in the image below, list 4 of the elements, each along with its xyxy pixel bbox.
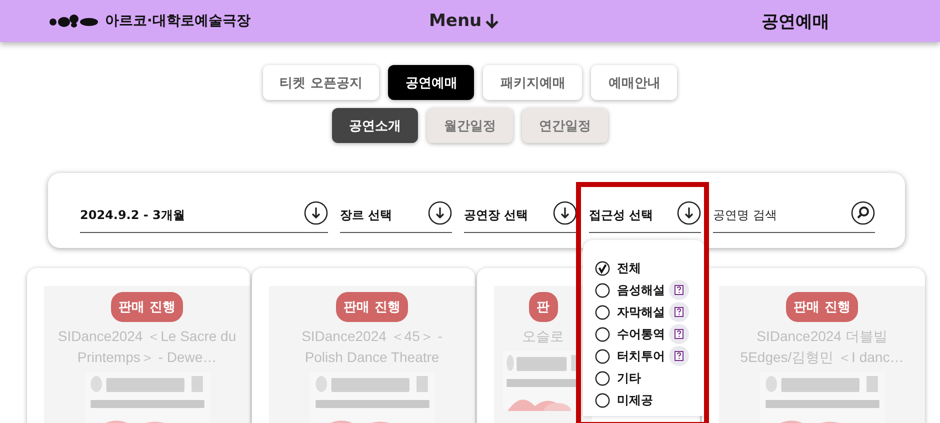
status-badge: 판매 진행 — [786, 292, 858, 322]
status-badge: 판매 진행 — [110, 292, 184, 322]
status-badge: 판 — [528, 292, 558, 322]
status-badge: 판매 진행 — [336, 292, 408, 322]
